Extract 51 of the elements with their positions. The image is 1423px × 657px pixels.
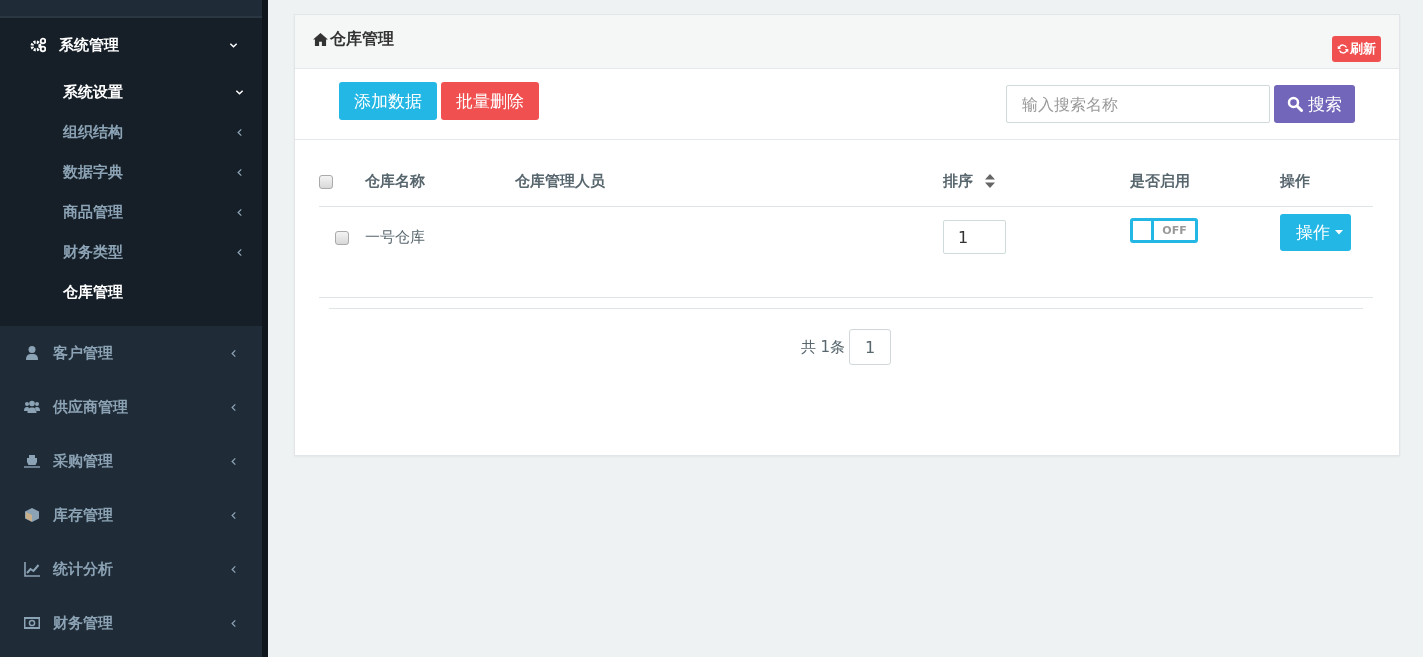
- sort-icon[interactable]: [985, 174, 995, 188]
- column-header[interactable]: 排序: [943, 171, 973, 190]
- submenu-item[interactable]: 财务类型: [0, 232, 262, 272]
- page-button[interactable]: 1: [849, 329, 892, 365]
- column-header[interactable]: 仓库名称: [365, 171, 425, 190]
- column-header[interactable]: 操作: [1280, 171, 1310, 190]
- menu-item[interactable]: 客户管理: [0, 326, 262, 380]
- gears-icon: [30, 37, 46, 53]
- submenu-item[interactable]: 商品管理: [0, 192, 262, 232]
- chevron-left-icon: [229, 456, 238, 466]
- chevron-left-icon: [229, 348, 238, 358]
- refresh-button[interactable]: 刷新: [1332, 36, 1381, 62]
- users-icon: [24, 399, 40, 415]
- chevron-left-icon: [235, 247, 244, 257]
- caret-icon: [1335, 229, 1343, 235]
- sort-order-field[interactable]: 1: [943, 220, 1006, 254]
- submenu-item[interactable]: 仓库管理: [0, 272, 262, 312]
- panel-title: 仓库管理: [330, 28, 394, 50]
- table-cell: 一号仓库: [365, 227, 425, 246]
- menu-item[interactable]: 统计分析: [0, 542, 262, 596]
- chevron-left-icon: [235, 127, 244, 137]
- submenu-item[interactable]: 组织结构: [0, 112, 262, 152]
- submenu-item[interactable]: 数据字典: [0, 152, 262, 192]
- menu-item[interactable]: 供应商管理: [0, 380, 262, 434]
- checkbox[interactable]: [335, 230, 349, 245]
- menu-item[interactable]: 库存管理: [0, 488, 262, 542]
- search-field[interactable]: 输入搜索名称: [1006, 85, 1270, 123]
- cube-icon: [24, 507, 40, 523]
- chevron-left-icon: [229, 564, 238, 574]
- search-icon: [1287, 96, 1303, 112]
- search-button[interactable]: 搜索: [1274, 85, 1355, 123]
- chevron-left-icon: [235, 207, 244, 217]
- chevron-left-icon: [229, 510, 238, 520]
- chevron-left-icon: [229, 402, 238, 412]
- menu-item[interactable]: 财务管理: [0, 596, 262, 650]
- batch-delete-button[interactable]: 批量删除: [441, 82, 539, 120]
- user-icon: [24, 345, 40, 361]
- chevron-left-icon: [235, 167, 244, 177]
- line-chart-icon: [24, 561, 40, 577]
- total-count: 共 1条: [800, 337, 846, 357]
- column-header[interactable]: 仓库管理人员: [515, 171, 605, 190]
- column-header[interactable]: 是否启用: [1130, 171, 1190, 190]
- checkbox[interactable]: [319, 174, 333, 189]
- submenu-item[interactable]: 系统设置: [0, 72, 262, 112]
- chevron-left-icon: [229, 618, 238, 628]
- ship-icon: [24, 453, 40, 469]
- home-icon: [313, 32, 328, 46]
- refresh-icon: [1337, 43, 1349, 55]
- menu-item[interactable]: 系统管理: [0, 18, 262, 72]
- banknote-icon: [24, 615, 40, 631]
- menu-item[interactable]: 采购管理: [0, 434, 262, 488]
